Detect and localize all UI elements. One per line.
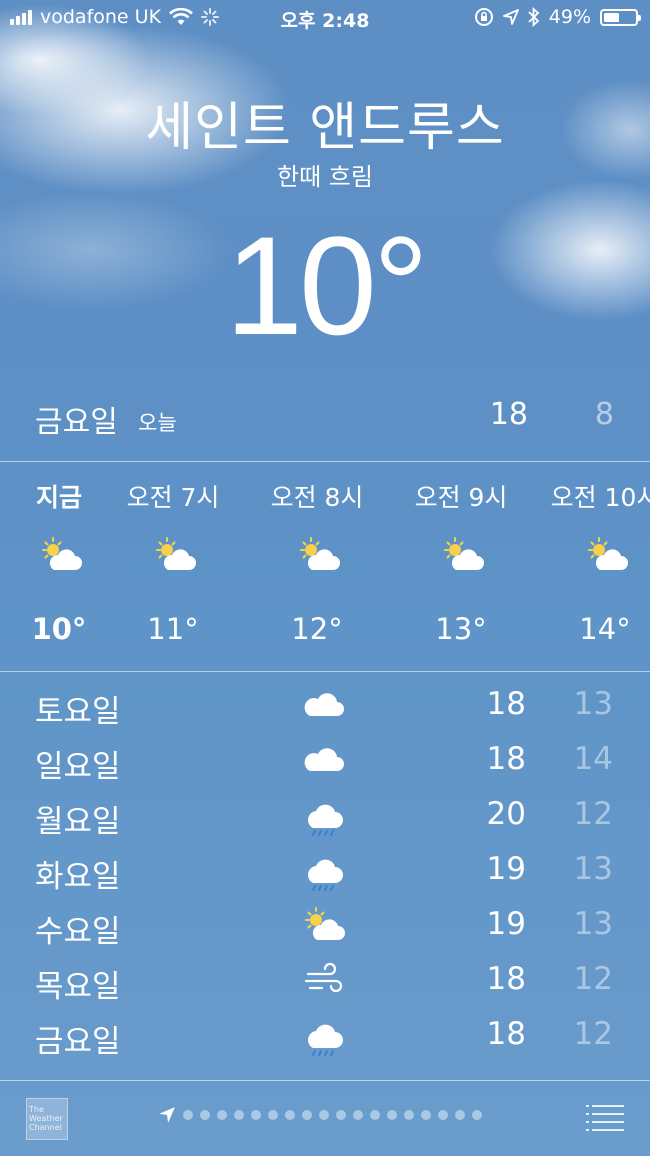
sun-cloud-icon (153, 534, 197, 578)
daily-row: 목요일 18 12 (0, 953, 650, 1008)
today-low: 8 (594, 397, 614, 432)
rain-cloud-icon (302, 794, 346, 838)
page-dot[interactable] (404, 1110, 414, 1120)
day-high: 19 (486, 851, 526, 887)
day-low: 14 (573, 741, 613, 777)
hour-temp: 13° (435, 612, 487, 646)
sun-cloud-icon (302, 904, 346, 948)
bottom-bar: The Weather Channel (0, 1081, 650, 1156)
daily-row: 화요일 19 13 (0, 843, 650, 898)
day-low: 13 (573, 906, 613, 942)
location-arrow-icon (159, 1107, 175, 1123)
page-dot[interactable] (455, 1110, 465, 1120)
logo-text: Weather (29, 1114, 63, 1123)
page-dot[interactable] (268, 1110, 278, 1120)
city-name: 세인트 앤드루스 (145, 98, 505, 158)
page-dot[interactable] (200, 1110, 210, 1120)
sun-cloud-icon (585, 534, 629, 578)
wind-icon (302, 959, 346, 1003)
list-menu-icon[interactable] (586, 1103, 624, 1131)
hour-time: 오전 10시 (550, 483, 650, 512)
page-dot[interactable] (336, 1110, 346, 1120)
day-name: 월요일 (35, 804, 121, 840)
page-dot[interactable] (472, 1110, 482, 1120)
hour-time: 오전 7시 (126, 483, 220, 512)
page-dot[interactable] (370, 1110, 380, 1120)
logo-text: The (29, 1105, 44, 1114)
daily-row: 월요일 20 12 (0, 788, 650, 843)
battery-percent: 49% (548, 6, 591, 28)
current-condition: 한때 흐림 (277, 163, 373, 191)
page-dot[interactable] (438, 1110, 448, 1120)
page-dot[interactable] (217, 1110, 227, 1120)
day-high: 18 (486, 961, 526, 997)
daily-row: 일요일 18 14 (0, 733, 650, 788)
cloud-icon (302, 684, 346, 728)
day-low: 12 (573, 961, 613, 997)
hour-temp: 12° (291, 612, 343, 646)
page-dot[interactable] (302, 1110, 312, 1120)
day-low: 12 (573, 1016, 613, 1052)
page-indicator[interactable] (158, 1106, 482, 1124)
divider (0, 671, 650, 672)
day-name: 화요일 (35, 859, 121, 895)
page-dot[interactable] (387, 1110, 397, 1120)
status-bar: vodafone UK 오후 2:48 49% (0, 0, 650, 36)
today-high: 18 (489, 397, 528, 432)
bluetooth-icon (528, 7, 540, 27)
day-name: 금요일 (35, 1024, 121, 1060)
daily-row: 금요일 18 12 (0, 1008, 650, 1063)
daily-row: 수요일 19 13 (0, 898, 650, 953)
location-arrow-icon (502, 9, 519, 25)
day-low: 13 (573, 851, 613, 887)
hourly-forecast[interactable]: 지금 10° 오전 7시 11° 오전 8시 12° 오전 9시 13° 오전 … (0, 462, 650, 670)
page-dot[interactable] (285, 1110, 295, 1120)
day-low: 13 (573, 686, 613, 722)
current-temperature: 10° (225, 207, 429, 364)
today-label: 오늘 (138, 411, 177, 435)
day-name: 수요일 (35, 914, 121, 950)
sun-cloud-icon (297, 534, 341, 578)
sun-cloud-icon (441, 534, 485, 578)
rain-cloud-icon (302, 849, 346, 893)
day-high: 20 (486, 796, 526, 832)
hour-time: 오전 9시 (414, 483, 508, 512)
page-dot[interactable] (234, 1110, 244, 1120)
day-high: 18 (486, 741, 526, 777)
day-high: 19 (486, 906, 526, 942)
today-day: 금요일 (35, 405, 118, 440)
page-dot[interactable] (251, 1110, 261, 1120)
rotation-lock-icon (474, 8, 493, 26)
hour-temp: 14° (579, 612, 631, 646)
day-low: 12 (573, 796, 613, 832)
day-name: 토요일 (35, 694, 121, 730)
weather-channel-logo[interactable]: The Weather Channel (26, 1098, 68, 1140)
cloud-icon (302, 739, 346, 783)
sun-cloud-icon (39, 534, 83, 578)
battery-icon (600, 8, 641, 26)
logo-text: Channel (29, 1123, 62, 1132)
rain-cloud-icon (302, 1014, 346, 1058)
page-dot[interactable] (353, 1110, 363, 1120)
page-dot[interactable] (183, 1110, 193, 1120)
hour-time: 오전 8시 (270, 483, 364, 512)
page-dot[interactable] (421, 1110, 431, 1120)
day-high: 18 (486, 686, 526, 722)
day-name: 일요일 (35, 749, 121, 785)
today-summary: 금요일 오늘 18 8 (0, 395, 650, 445)
day-name: 목요일 (35, 969, 121, 1005)
daily-row: 토요일 18 13 (0, 678, 650, 733)
day-high: 18 (486, 1016, 526, 1052)
hour-temp: 11° (147, 612, 199, 646)
page-dot[interactable] (319, 1110, 329, 1120)
